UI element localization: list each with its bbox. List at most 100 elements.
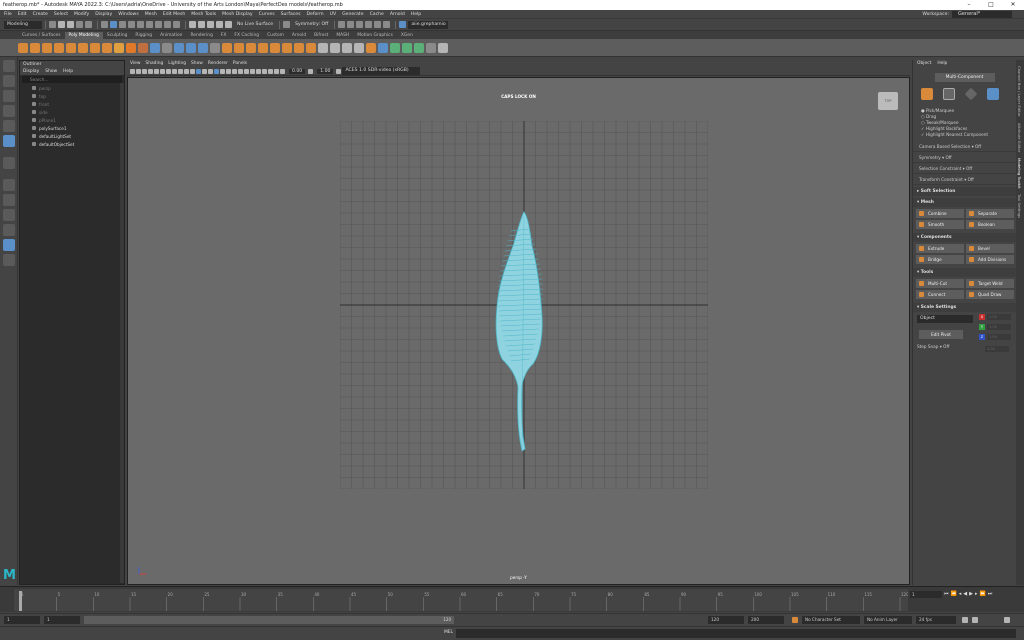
- shelf-tab-custom[interactable]: Custom: [263, 32, 288, 39]
- side-tab-channel-box[interactable]: Channel Box / Layer Editor: [1017, 66, 1022, 117]
- bevel-button[interactable]: Bevel: [966, 244, 1014, 253]
- gamma-field[interactable]: 1.00: [317, 68, 334, 74]
- shelf-tab-fx[interactable]: FX: [217, 32, 231, 39]
- history-icon[interactable]: [338, 21, 346, 28]
- play-forwards-icon[interactable]: ▶: [969, 591, 973, 597]
- side-tab-attribute-editor[interactable]: Attribute Editor: [1017, 123, 1022, 152]
- menu-modify[interactable]: Modify: [74, 12, 89, 17]
- scale-x-field[interactable]: 1.00: [987, 314, 1011, 320]
- default-material-icon[interactable]: [208, 68, 213, 74]
- menu-mesh[interactable]: Mesh: [145, 12, 157, 17]
- camera-based-selection-row[interactable]: Camera Based Selection ▾ Off: [913, 141, 1016, 152]
- outliner-scrollbar[interactable]: [120, 83, 124, 583]
- shelf-tab-animation[interactable]: Animation: [156, 32, 186, 39]
- exposure-icon[interactable]: [280, 68, 285, 74]
- uv-editor-icon[interactable]: [162, 42, 172, 53]
- safe-action-icon[interactable]: [184, 68, 189, 74]
- motion-blur-icon[interactable]: [244, 68, 249, 74]
- film-gate-icon[interactable]: [160, 68, 165, 74]
- color-management-icon[interactable]: [336, 68, 342, 74]
- merge-icon[interactable]: [294, 42, 304, 53]
- symmetry-row[interactable]: Symmetry ▾ Off: [913, 152, 1016, 163]
- ambient-occlusion-icon[interactable]: [238, 68, 243, 74]
- separate-button[interactable]: Separate: [966, 209, 1014, 218]
- xray-components-icon[interactable]: [274, 68, 279, 74]
- maximize-button[interactable]: □: [980, 0, 1002, 10]
- poly-plane-icon[interactable]: [78, 42, 88, 53]
- menu-generate[interactable]: Generate: [342, 12, 363, 17]
- poly-sphere-icon[interactable]: [18, 42, 28, 53]
- shelf-tab-mash[interactable]: MASH: [332, 32, 353, 39]
- outliner-item[interactable]: defaultLightSet: [20, 132, 124, 140]
- edge-mode-icon[interactable]: [964, 87, 978, 101]
- new-scene-icon[interactable]: [49, 21, 56, 28]
- side-by-side-layout-icon[interactable]: [2, 209, 15, 221]
- select-by-joint-icon[interactable]: [137, 21, 144, 28]
- selection-constraint-row[interactable]: Selection Constraint ▾ Off: [913, 163, 1016, 174]
- viewport-menu-view[interactable]: View: [130, 61, 140, 66]
- rotate-tool-icon[interactable]: [2, 120, 15, 132]
- snap-curve-icon[interactable]: [198, 21, 205, 28]
- select-by-deform-icon[interactable]: [164, 21, 171, 28]
- shelf-tab-poly-modeling[interactable]: Poly Modeling: [64, 32, 103, 39]
- step-forward-key-icon[interactable]: ⏩: [980, 591, 986, 597]
- menu-help[interactable]: Help: [411, 12, 421, 17]
- redo-icon[interactable]: [85, 21, 92, 28]
- open-scene-icon[interactable]: [58, 21, 65, 28]
- move-tool-icon[interactable]: [2, 105, 15, 117]
- menu-mesh-tools[interactable]: Mesh Tools: [191, 12, 216, 17]
- select-object-icon[interactable]: [110, 21, 117, 28]
- uv-unfold-icon[interactable]: [390, 42, 400, 53]
- go-to-end-icon[interactable]: ⏭: [988, 591, 993, 597]
- camera-attributes-icon[interactable]: [136, 68, 141, 74]
- collapse-icon[interactable]: [306, 42, 316, 53]
- safe-title-icon[interactable]: [190, 68, 195, 74]
- undo-icon[interactable]: [76, 21, 83, 28]
- shadows-icon[interactable]: [232, 68, 237, 74]
- menu-display[interactable]: Display: [95, 12, 112, 17]
- target-weld-button[interactable]: Target Weld: [966, 279, 1014, 288]
- select-hierarchy-icon[interactable]: [101, 21, 108, 28]
- snap-view-plane-icon[interactable]: [216, 21, 223, 28]
- menu-uv[interactable]: UV: [330, 12, 337, 17]
- delete-history-icon[interactable]: [438, 42, 448, 53]
- user-account-icon[interactable]: [399, 21, 407, 28]
- scene-end-field[interactable]: 200: [748, 616, 784, 624]
- snap-grid-icon[interactable]: [189, 21, 196, 28]
- poly-torus-icon[interactable]: [66, 42, 76, 53]
- outliner-menu-show[interactable]: Show: [45, 69, 57, 74]
- render-view-icon[interactable]: [383, 21, 391, 28]
- render-frame-icon[interactable]: [347, 21, 355, 28]
- select-component-icon[interactable]: [119, 21, 126, 28]
- minimize-button[interactable]: –: [958, 0, 980, 10]
- transform-constraint-row[interactable]: Transform Constraint ▾ Off: [913, 174, 1016, 185]
- shelf-tab-rendering[interactable]: Rendering: [186, 32, 216, 39]
- gate-mask-icon[interactable]: [172, 68, 177, 74]
- reduce-icon[interactable]: [210, 42, 220, 53]
- shelf-tab-rigging[interactable]: Rigging: [131, 32, 156, 39]
- viewport-menu-panels[interactable]: Panels: [233, 61, 247, 66]
- scale-settings-section[interactable]: ▾ Scale Settings: [913, 303, 1016, 312]
- gamma-icon[interactable]: [308, 68, 314, 74]
- side-tab-tool-settings[interactable]: Tool Settings: [1017, 194, 1022, 218]
- toolkit-menu-object[interactable]: Object: [917, 61, 931, 66]
- sound-icon[interactable]: [972, 617, 978, 623]
- bookmark-icon[interactable]: [142, 68, 147, 74]
- command-input[interactable]: [456, 629, 1016, 638]
- viewport-menu-lighting[interactable]: Lighting: [168, 61, 186, 66]
- symmetry-icon[interactable]: [283, 21, 291, 28]
- target-weld-icon[interactable]: [330, 42, 340, 53]
- mesh-section[interactable]: ▾ Mesh: [913, 198, 1016, 207]
- feather-mesh[interactable]: [495, 211, 544, 452]
- select-by-surface-icon[interactable]: [155, 21, 162, 28]
- scene-start-field[interactable]: 1: [4, 616, 40, 624]
- user-account-dropdown[interactable]: aiie.grephamio: [408, 20, 449, 29]
- outliner-menu-help[interactable]: Help: [63, 69, 73, 74]
- combine-icon[interactable]: [174, 42, 184, 53]
- resolution-gate-icon[interactable]: [166, 68, 171, 74]
- lasso-tool-icon[interactable]: [2, 75, 15, 87]
- side-tab-modeling-toolkit[interactable]: Modeling Toolkit: [1017, 158, 1022, 189]
- smooth-icon[interactable]: [198, 42, 208, 53]
- menu-select[interactable]: Select: [54, 12, 68, 17]
- grid-toggle-icon[interactable]: [154, 68, 159, 74]
